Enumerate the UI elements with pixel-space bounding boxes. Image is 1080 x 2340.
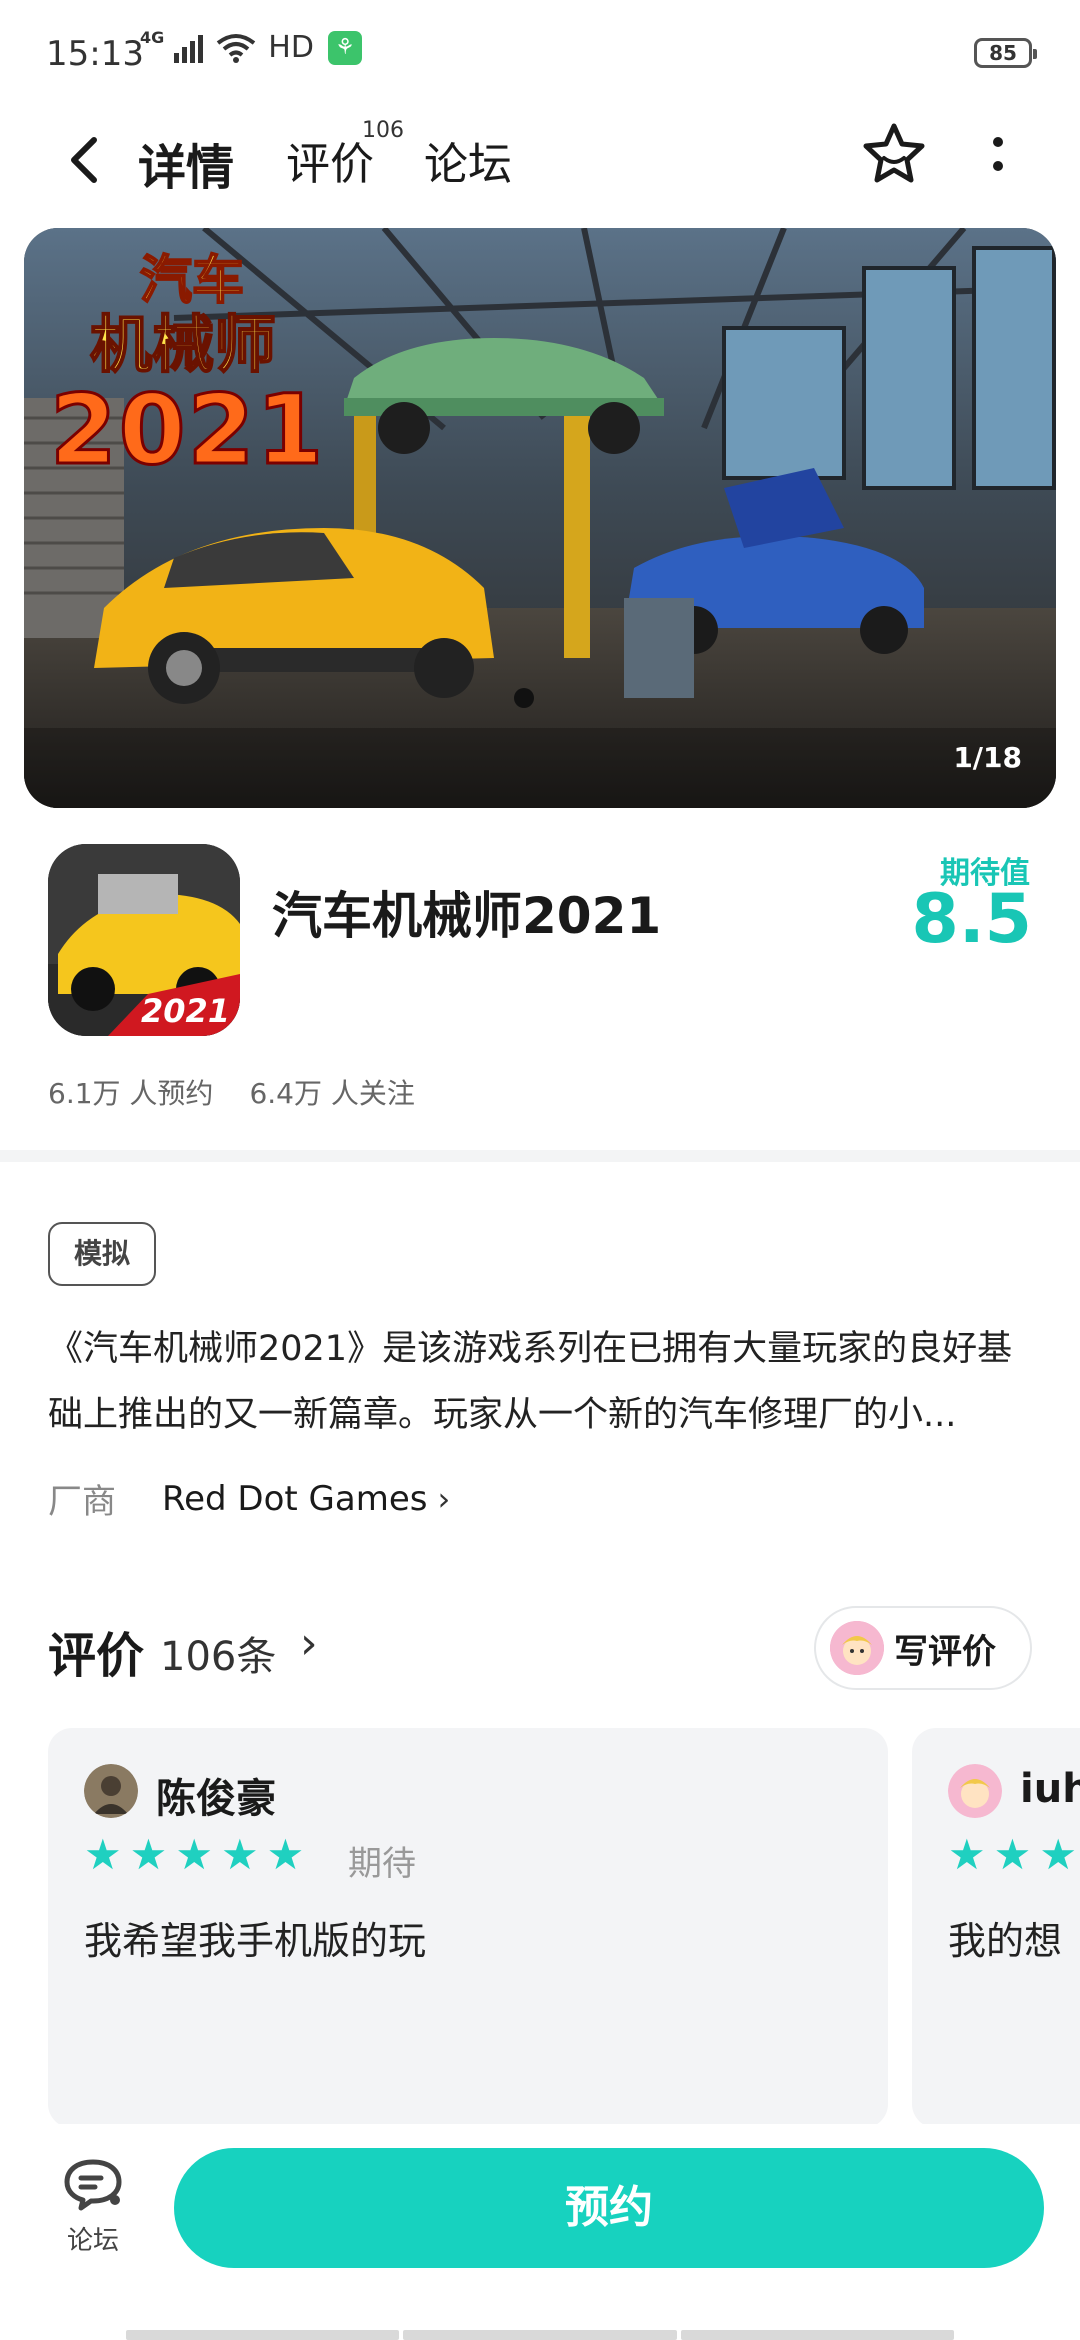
star-icon: ★ bbox=[993, 1830, 1032, 1879]
app-detail-page: 15:13 4G HD ⚘ 85 详情 评价 106 论坛 汽车 机械师 202… bbox=[0, 0, 1080, 2340]
tab-reviews-label: 评价 bbox=[286, 139, 374, 190]
game-description[interactable]: 《汽车机械师2021》是该游戏系列在已拥有大量玩家的良好基础上推出的又一新篇章。… bbox=[48, 1316, 1028, 1448]
tab-forum-label: 论坛 bbox=[424, 139, 512, 190]
status-bar: 15:13 4G HD ⚘ 85 bbox=[0, 0, 1080, 108]
hd-indicator: HD bbox=[268, 30, 314, 65]
gesture-segment bbox=[680, 2330, 954, 2340]
review-text: 我的想 bbox=[948, 1919, 1063, 1963]
app-icon-badge: 2021 bbox=[140, 992, 230, 1030]
logo-line-3: 2021 bbox=[48, 374, 326, 486]
star-icon: ★ bbox=[266, 1830, 305, 1879]
network-type: 4G bbox=[140, 27, 165, 47]
star-icon: ★ bbox=[129, 1830, 168, 1879]
vendor-name: Red Dot Games bbox=[162, 1478, 428, 1519]
reviews-title[interactable]: 评价 bbox=[48, 1616, 144, 1686]
wifi-icon bbox=[217, 33, 256, 63]
cellular-signal-icon bbox=[174, 34, 204, 63]
review-status: 期待 bbox=[348, 1844, 416, 1884]
rating-stars: ★ ★ ★ ★ ★ bbox=[84, 1834, 304, 1876]
star-icon: ★ bbox=[175, 1830, 213, 1879]
reviewer-name: 陈俊豪 bbox=[156, 1776, 276, 1822]
star-icon: ★ bbox=[220, 1830, 259, 1879]
tab-details[interactable]: 详情 bbox=[130, 128, 243, 210]
carousel-page-indicator: 1/18 bbox=[953, 741, 1022, 774]
gesture-bar bbox=[126, 2330, 954, 2340]
game-logo: 汽车 机械师 2021 bbox=[48, 251, 326, 486]
star-icon: ★ bbox=[1039, 1830, 1077, 1879]
bottom-action-bar: 论坛 预约 bbox=[0, 2124, 1080, 2340]
write-review-label: 写评价 bbox=[894, 1631, 996, 1672]
gesture-segment bbox=[403, 2330, 677, 2340]
chevron-right-icon: › bbox=[437, 1479, 451, 1518]
rating-stars: ★ ★ ★ ★ ★ bbox=[948, 1834, 1080, 1876]
reviewer-name: iuh bbox=[1020, 1766, 1080, 1812]
top-nav: 详情 评价 106 论坛 bbox=[0, 108, 1080, 218]
more-options-icon[interactable] bbox=[980, 124, 1016, 184]
star-icon: ★ bbox=[948, 1830, 986, 1879]
forum-button[interactable]: 论坛 bbox=[48, 2156, 138, 2257]
tab-reviews-count: 106 bbox=[362, 118, 404, 143]
write-review-button[interactable]: 写评价 bbox=[814, 1606, 1032, 1690]
chevron-right-icon[interactable]: › bbox=[300, 1618, 318, 1669]
section-divider bbox=[0, 1150, 1080, 1162]
reservation-count: 6.1万 人预约 bbox=[48, 1077, 214, 1110]
review-card[interactable]: 陈俊豪 ★ ★ ★ ★ ★ 期待 我希望我手机版的玩 bbox=[48, 1728, 888, 2128]
logo-line-2: 机械师 bbox=[89, 308, 277, 381]
favorite-star-icon[interactable] bbox=[860, 120, 928, 188]
vendor-row[interactable]: 厂商 Red Dot Games › bbox=[48, 1474, 450, 1523]
review-card[interactable]: iuh ★ ★ ★ ★ ★ 我的想 bbox=[912, 1728, 1080, 2128]
app-title: 汽车机械师2021 bbox=[272, 887, 662, 945]
forum-label: 论坛 bbox=[66, 2226, 119, 2256]
active-tab-indicator bbox=[130, 196, 243, 210]
reserve-button[interactable]: 预约 bbox=[174, 2148, 1044, 2268]
vendor-label: 厂商 bbox=[48, 1482, 116, 1522]
gesture-segment bbox=[126, 2330, 400, 2340]
tab-forum[interactable]: 论坛 bbox=[424, 128, 512, 192]
review-text: 我希望我手机版的玩 bbox=[84, 1919, 427, 1963]
tab-details-label: 详情 bbox=[138, 140, 235, 196]
app-stats: 6.1万 人预约 6.4万 人关注 bbox=[48, 1072, 415, 1112]
status-icons: 4G HD ⚘ bbox=[140, 27, 362, 65]
back-arrow-icon[interactable] bbox=[56, 130, 116, 190]
follower-count: 6.4万 人关注 bbox=[249, 1077, 415, 1110]
forum-chat-icon bbox=[64, 2159, 122, 2211]
user-avatar-icon bbox=[830, 1621, 884, 1675]
reviewer-avatar bbox=[84, 1764, 138, 1818]
expectation-score: 8.5 bbox=[911, 880, 1032, 959]
tab-reviews[interactable]: 评价 106 bbox=[286, 118, 404, 192]
reviewer-avatar bbox=[948, 1764, 1002, 1818]
battery-icon: 85 bbox=[974, 38, 1037, 68]
star-icon: ★ bbox=[84, 1830, 122, 1879]
screenshot-carousel[interactable]: 汽车 机械师 2021 1/18 bbox=[24, 228, 1056, 808]
genre-tag[interactable]: 模拟 bbox=[48, 1222, 156, 1286]
app-icon: 2021 bbox=[48, 844, 240, 1036]
logo-line-1: 汽车 bbox=[139, 251, 245, 311]
reviews-count[interactable]: 106条 bbox=[160, 1624, 276, 1682]
status-time: 15:13 bbox=[46, 34, 144, 74]
notification-app-icon: ⚘ bbox=[327, 30, 362, 65]
